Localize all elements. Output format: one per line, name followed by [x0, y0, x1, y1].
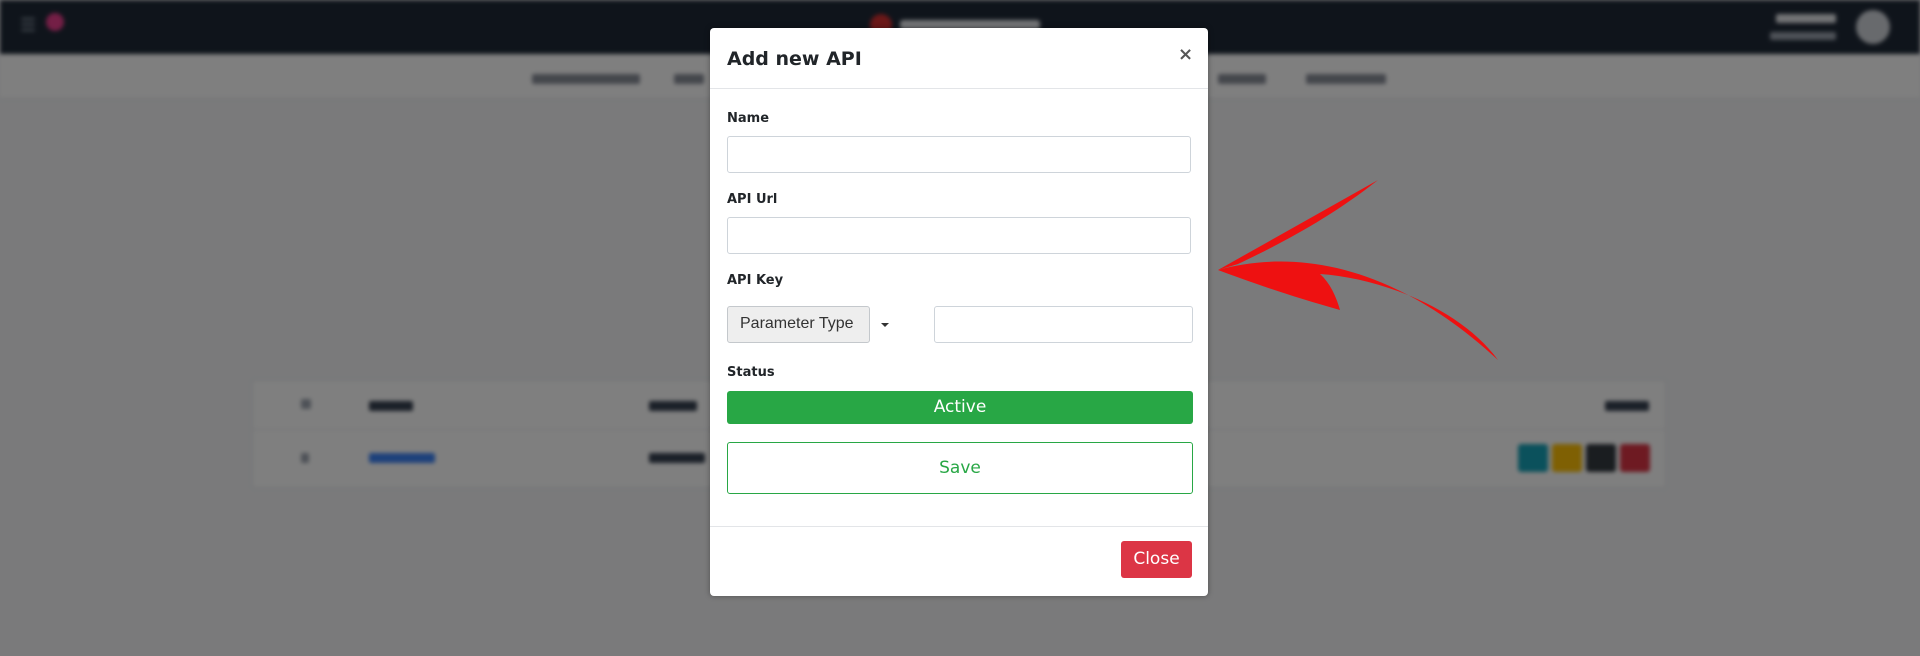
api-url-label: API Url [727, 192, 778, 207]
status-toggle-button[interactable]: Active [727, 391, 1193, 424]
close-icon[interactable]: × [1178, 44, 1193, 65]
api-url-input[interactable] [727, 217, 1191, 254]
add-api-modal: Add new API × Name API Url API Key Param… [710, 28, 1208, 596]
api-key-label: API Key [727, 273, 784, 288]
status-label: Status [727, 365, 775, 380]
name-input[interactable] [727, 136, 1191, 173]
parameter-type-dropdown[interactable]: Parameter Type [727, 306, 870, 343]
modal-footer: Close [710, 526, 1208, 597]
red-arrow-annotation [1218, 180, 1498, 360]
name-label: Name [727, 111, 770, 126]
arrow-head [1218, 180, 1378, 270]
api-key-input[interactable] [934, 306, 1193, 343]
close-button[interactable]: Close [1121, 541, 1192, 578]
save-button[interactable]: Save [727, 442, 1193, 494]
modal-header: Add new API × [710, 28, 1208, 89]
parameter-type-label: Parameter Type [740, 315, 854, 332]
modal-title: Add new API [727, 48, 862, 70]
caret-down-icon [881, 323, 889, 327]
arrow-shaft [1218, 261, 1498, 360]
